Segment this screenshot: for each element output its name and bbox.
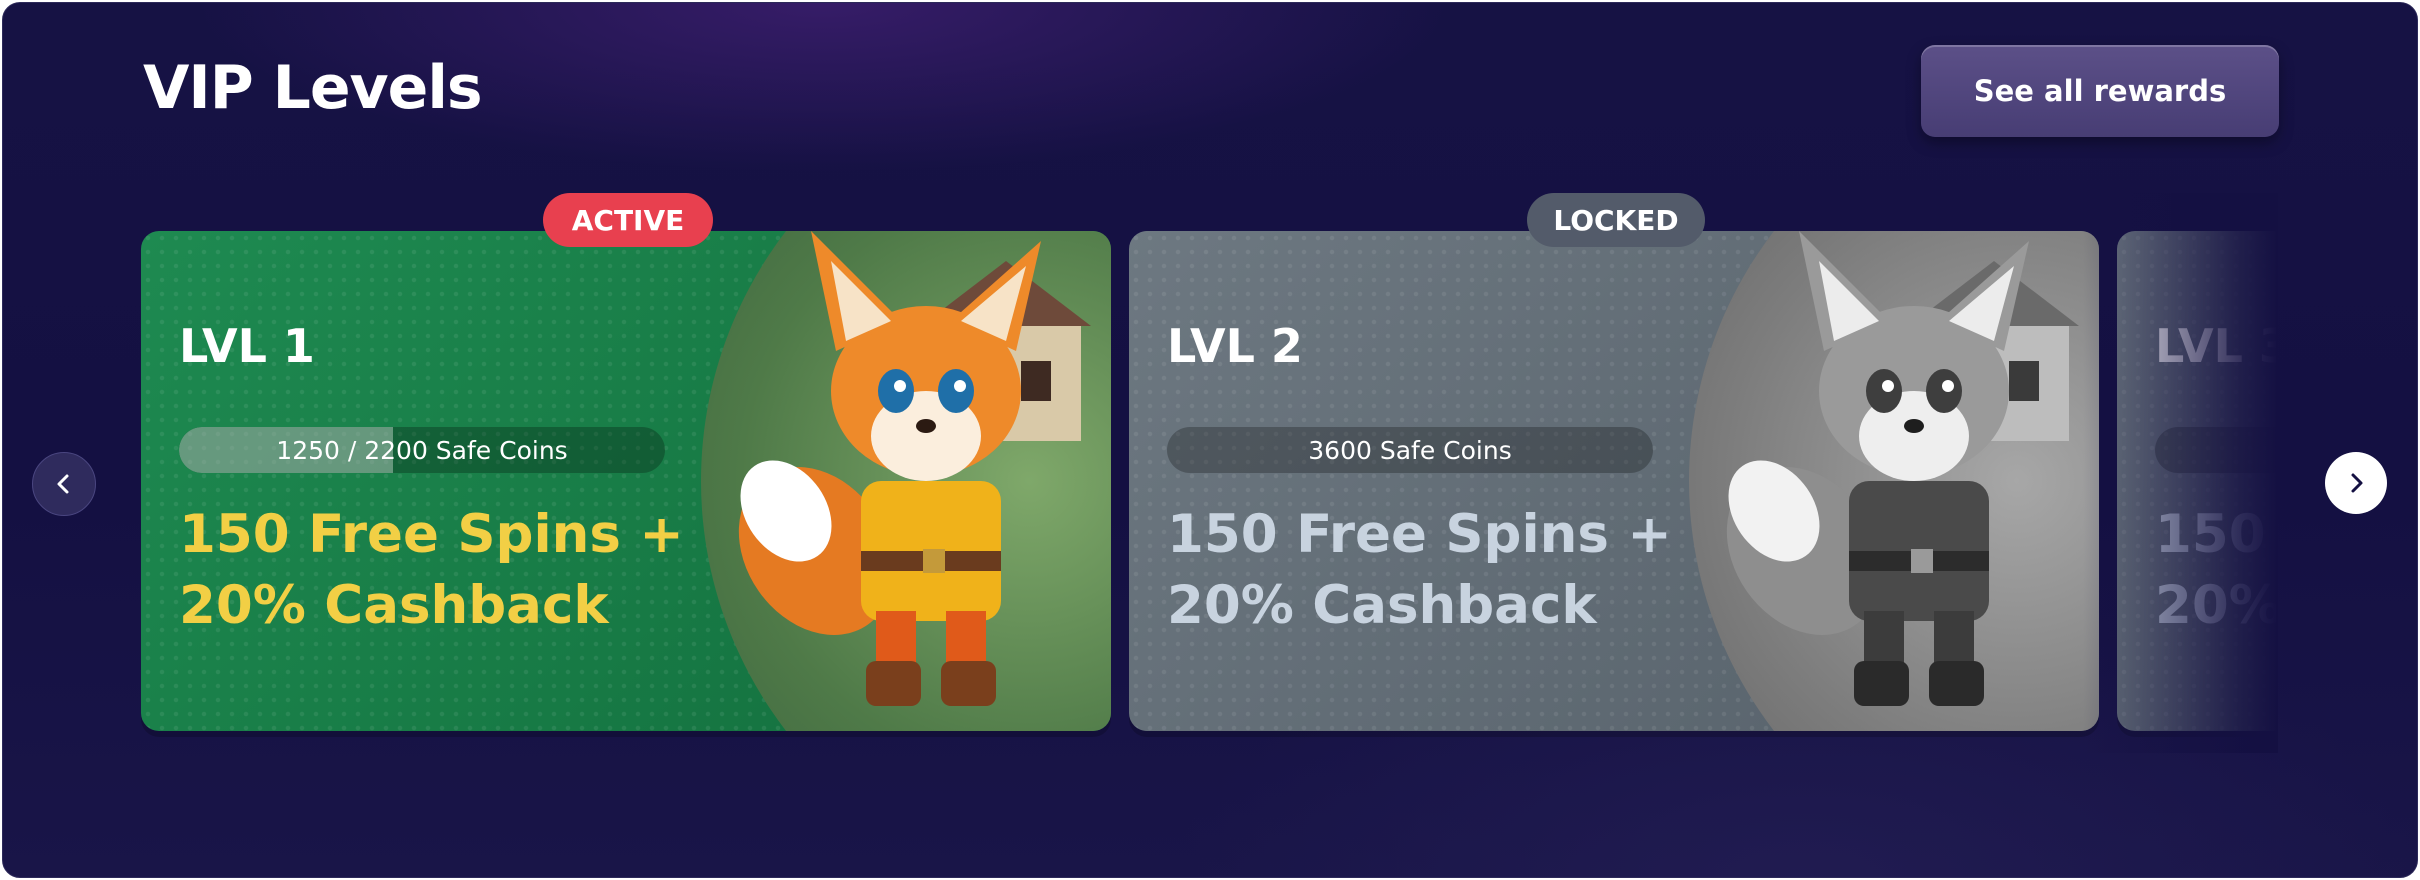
card-pattern — [2117, 231, 2276, 731]
coins-progress-bar: 1250 / 2200 Safe Coins — [179, 427, 665, 473]
reward-line-1: 150 — [2155, 504, 2266, 565]
carousel-next-button[interactable] — [2325, 452, 2387, 514]
status-badge-locked: LOCKED — [1527, 193, 1705, 247]
fox-mascot-image — [1689, 231, 2099, 731]
level-title: LVL 3 — [2155, 319, 2276, 373]
reward-text: 150 Free Spins + 20% Cashback — [1167, 499, 1707, 641]
fox-mascot-image — [701, 231, 1111, 731]
level-card-2[interactable]: LVL 2 3600 Safe Coins 150 Free Spins + 2… — [1129, 231, 2099, 731]
carousel-prev-button[interactable] — [32, 452, 96, 516]
chevron-left-icon — [57, 474, 69, 494]
coins-progress-bar — [2155, 427, 2276, 473]
level-card-3[interactable]: LVL 3 150 20% — [2117, 231, 2276, 731]
reward-line-1: 150 Free Spins + — [1167, 504, 1672, 565]
reward-line-2: 20% Cashback — [179, 575, 609, 636]
reward-text: 150 Free Spins + 20% Cashback — [179, 499, 719, 641]
chevron-right-icon — [2351, 473, 2363, 493]
level-title: LVL 2 — [1167, 319, 1303, 373]
progress-label: 1250 / 2200 Safe Coins — [276, 435, 568, 465]
reward-line-2: 20% Cashback — [1167, 575, 1597, 636]
see-all-rewards-button[interactable]: See all rewards — [1921, 45, 2279, 137]
reward-line-2: 20% — [2155, 575, 2276, 636]
levels-carousel: LVL 1 1250 / 2200 Safe Coins 150 Free Sp… — [141, 193, 2276, 753]
level-card-1[interactable]: LVL 1 1250 / 2200 Safe Coins 150 Free Sp… — [141, 231, 1111, 731]
vip-levels-panel: VIP Levels See all rewards LVL 1 1250 / … — [2, 2, 2418, 878]
status-badge-active: ACTIVE — [543, 193, 713, 247]
reward-line-1: 150 Free Spins + — [179, 504, 684, 565]
coins-progress-bar: 3600 Safe Coins — [1167, 427, 1653, 473]
section-title: VIP Levels — [143, 53, 483, 123]
reward-text: 150 20% — [2155, 499, 2276, 641]
progress-label: 3600 Safe Coins — [1308, 435, 1512, 465]
level-title: LVL 1 — [179, 319, 315, 373]
